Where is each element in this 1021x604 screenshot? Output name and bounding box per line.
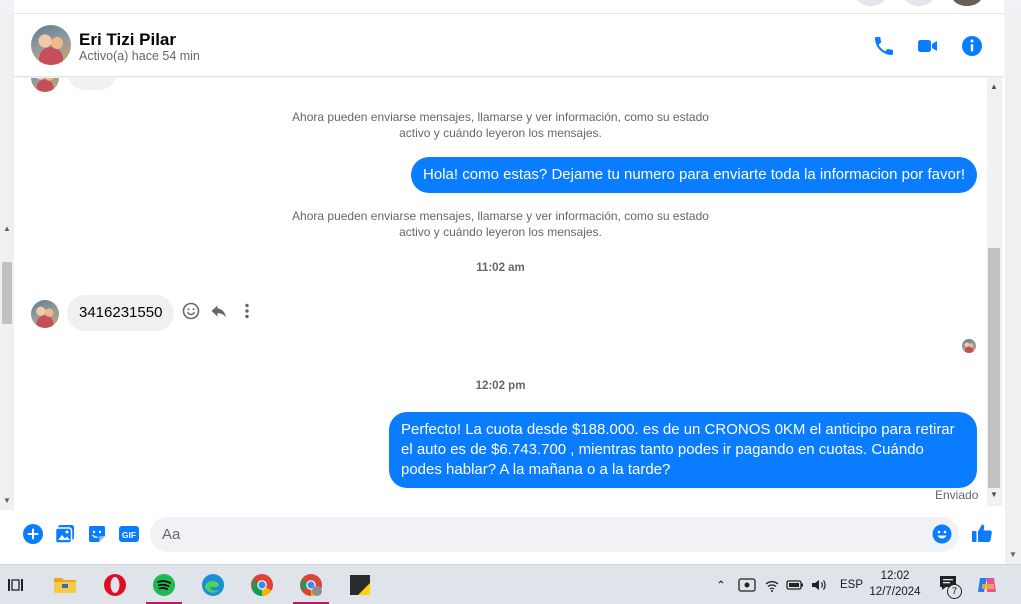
- taskbar-clock[interactable]: 12:02 12/7/2024: [860, 568, 930, 600]
- incoming-message[interactable]: 3416231550: [67, 295, 175, 331]
- message-list-scroll-thumb[interactable]: [988, 248, 1000, 488]
- top-bar: [14, 0, 1004, 14]
- thumbs-up-icon: [972, 524, 992, 542]
- contact-avatar[interactable]: [31, 78, 59, 92]
- chevron-up-icon[interactable]: ⌃: [710, 578, 732, 592]
- message-composer: GIF: [14, 508, 1004, 562]
- windows-taskbar: ⌃ ESP 12:02 12/7/2024 7: [0, 564, 1021, 604]
- phone-icon: [875, 37, 893, 55]
- message-input[interactable]: [150, 517, 959, 552]
- chrome-icon: [251, 574, 273, 596]
- contact-name[interactable]: Eri Tizi Pilar: [79, 30, 176, 50]
- video-camera-icon: [918, 40, 937, 52]
- clock-date: 12/7/2024: [869, 586, 921, 598]
- window-scrollbar[interactable]: ▼: [1005, 14, 1021, 564]
- sticky-notes-icon: [350, 575, 370, 595]
- volume-icon[interactable]: [810, 577, 828, 593]
- taskbar-sticky-notes[interactable]: [342, 569, 378, 601]
- message-list-scrollbar[interactable]: ▲ ▼: [987, 78, 1002, 506]
- sent-status: Enviado: [935, 488, 979, 502]
- wifi-icon[interactable]: [764, 577, 780, 593]
- scroll-down-icon[interactable]: ▼: [3, 496, 11, 505]
- browser-top-strip: [0, 0, 1021, 14]
- smiley-icon: [182, 302, 200, 320]
- gif-label: GIF: [122, 530, 136, 540]
- contact-avatar[interactable]: [31, 25, 71, 65]
- contact-status: Activo(a) hace 54 min: [79, 49, 200, 63]
- taskbar-opera[interactable]: [97, 569, 133, 601]
- taskbar-chrome[interactable]: [244, 569, 280, 601]
- opera-icon: [104, 574, 126, 596]
- attach-image-button[interactable]: [54, 523, 76, 545]
- taskbar-file-explorer[interactable]: [47, 569, 83, 601]
- message-list[interactable]: Ahora pueden enviarse mensajes, llamarse…: [14, 78, 987, 506]
- taskbar-chrome-profile[interactable]: [293, 569, 329, 604]
- chrome-icon: [300, 574, 322, 596]
- task-view-icon: [8, 579, 23, 591]
- system-tray: ⌃ ESP: [710, 565, 863, 604]
- react-button[interactable]: [181, 301, 201, 321]
- conversation-header: Eri Tizi Pilar Activo(a) hace 54 min: [14, 14, 1004, 77]
- conversation-info-button[interactable]: [960, 34, 984, 58]
- outgoing-message[interactable]: Perfecto! La cuota desde $188.000. es de…: [389, 412, 977, 488]
- emoji-button[interactable]: [931, 523, 953, 545]
- copilot-button[interactable]: [976, 574, 1000, 598]
- scroll-down-icon[interactable]: ▼: [1009, 550, 1017, 559]
- taskbar-edge[interactable]: [195, 569, 231, 601]
- like-button[interactable]: [970, 521, 994, 545]
- scroll-up-icon[interactable]: ▲: [3, 224, 11, 233]
- scroll-down-icon[interactable]: ▼: [990, 490, 998, 499]
- system-notice: Ahora pueden enviarse mensajes, llamarse…: [292, 209, 709, 239]
- security-icon[interactable]: [738, 577, 756, 593]
- gif-icon: GIF: [119, 526, 139, 542]
- message-timestamp: 11:02 am: [476, 262, 525, 274]
- scroll-up-icon[interactable]: ▲: [990, 82, 998, 91]
- notification-count-badge: 7: [947, 584, 962, 599]
- page-scroll-thumb[interactable]: [2, 262, 12, 324]
- task-view-button[interactable]: [0, 569, 33, 601]
- battery-icon[interactable]: [786, 578, 804, 592]
- image-icon: [54, 525, 74, 544]
- message-timestamp: 12:02 pm: [475, 380, 526, 392]
- outgoing-message[interactable]: Hola! como estas? Dejame tu numero para …: [411, 157, 977, 193]
- reply-button[interactable]: [209, 301, 229, 321]
- edge-icon: [202, 574, 224, 596]
- sticker-button[interactable]: [86, 523, 108, 545]
- gif-button[interactable]: GIF: [118, 523, 140, 545]
- contact-avatar[interactable]: [31, 300, 59, 328]
- messenger-window: ▲ ▼ ▼ Eri Tizi Pilar Activo(a) hace 54 m…: [0, 0, 1021, 604]
- more-actions-button[interactable]: [22, 523, 44, 545]
- incoming-message-partial[interactable]: [67, 78, 117, 90]
- info-icon: [962, 36, 982, 56]
- more-vertical-icon: [245, 303, 249, 319]
- spotify-icon: [153, 574, 175, 596]
- read-receipt-avatar: [962, 339, 976, 353]
- more-options-button[interactable]: [237, 301, 257, 321]
- video-call-button[interactable]: [916, 34, 940, 58]
- copilot-icon: [978, 578, 996, 592]
- plus-circle-icon: [23, 524, 43, 544]
- system-notice: Ahora pueden enviarse mensajes, llamarse…: [292, 110, 709, 140]
- emoji-icon: [932, 524, 952, 544]
- sticker-icon: [89, 526, 105, 542]
- clock-time: 12:02: [880, 570, 910, 582]
- taskbar-spotify[interactable]: [146, 569, 182, 604]
- page-scrollbar[interactable]: ▲ ▼: [0, 14, 14, 510]
- call-button[interactable]: [872, 34, 896, 58]
- reply-icon: [211, 305, 226, 318]
- notifications-button[interactable]: 7: [938, 574, 962, 599]
- folder-icon: [54, 578, 76, 593]
